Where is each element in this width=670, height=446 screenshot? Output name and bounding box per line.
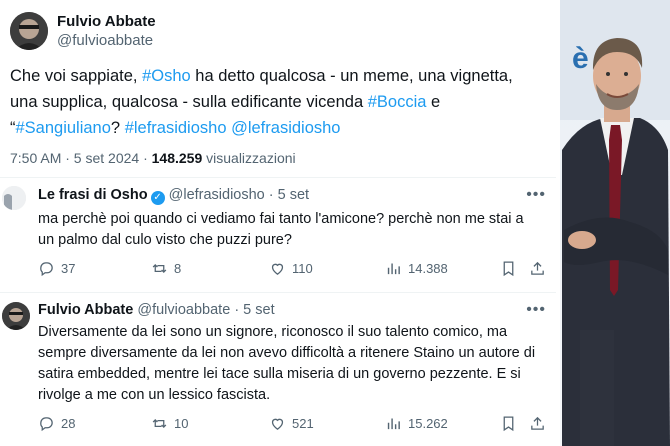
views-button[interactable]: 15.262 (385, 415, 448, 432)
bookmark-icon (503, 261, 514, 277)
portrait-image: è (560, 0, 670, 446)
like-button[interactable]: 110 (269, 260, 313, 277)
text-span: ha detto qualcosa - un meme, una vignett… (190, 67, 513, 85)
heart-icon (271, 263, 284, 275)
reply-author-handle[interactable]: @lefrasidiosho (169, 187, 265, 203)
portrait-photo: è (560, 0, 670, 446)
reply-tweet[interactable]: Fulvio Abbate @fulvioabbate · 5 set ••• … (0, 293, 556, 446)
view-count: 14.388 (408, 261, 448, 276)
bookmark-icon (503, 416, 514, 432)
text-span: e (426, 93, 441, 111)
bookmark-button[interactable] (500, 260, 517, 277)
views-count: 148.259 (151, 150, 203, 166)
hashtag-link[interactable]: #Sangiuliano (16, 119, 111, 137)
share-icon (531, 261, 544, 275)
reply-header: Fulvio Abbate @fulvioabbate · 5 set (38, 302, 275, 318)
avatar-image (2, 186, 26, 210)
text-span: ? (110, 119, 125, 137)
tweet-meta: 7:50 AM · 5 set 2024 · 148.259 visualizz… (10, 150, 296, 166)
reply-actions: 28 10 521 15.262 (38, 415, 546, 433)
reply-count: 37 (61, 261, 76, 276)
repost-button[interactable]: 10 (151, 415, 188, 432)
backdrop-sign-text: è (572, 42, 589, 75)
views-button[interactable]: 14.388 (385, 260, 448, 277)
like-button[interactable]: 521 (269, 415, 314, 432)
analytics-icon (387, 418, 400, 430)
share-button[interactable] (529, 415, 546, 432)
reply-date[interactable]: · 5 set (234, 302, 274, 318)
repost-count: 10 (174, 416, 189, 431)
reply-count: 28 (61, 416, 76, 431)
author-name[interactable]: Fulvio Abbate (57, 13, 156, 30)
text-span: una supplica, qualcosa - sulla edificant… (10, 93, 368, 111)
tweet-line: Che voi sappiate, #Osho ha detto qualcos… (10, 63, 550, 89)
views-label: visualizzazioni (202, 150, 296, 166)
reply-header: Le frasi di Osho ✓ @lefrasidiosho · 5 set (38, 187, 309, 205)
bookmark-button[interactable] (500, 415, 517, 432)
like-count: 110 (292, 261, 313, 276)
share-icon (531, 416, 544, 430)
tweet-line: “#Sangiuliano? #lefrasidiosho @lefrasidi… (10, 115, 550, 141)
reply-tweet[interactable]: Le frasi di Osho ✓ @lefrasidiosho · 5 set… (0, 178, 556, 292)
repost-count: 8 (174, 261, 182, 276)
reply-button[interactable]: 37 (38, 260, 75, 277)
mention-link[interactable]: @lefrasidiosho (231, 119, 340, 137)
analytics-icon (387, 263, 400, 275)
tweet-line: una supplica, qualcosa - sulla edificant… (10, 89, 550, 115)
comment-icon (40, 262, 53, 277)
author-avatar[interactable] (10, 12, 48, 50)
comment-icon (40, 417, 53, 432)
view-count: 15.262 (408, 416, 448, 431)
more-options-icon[interactable]: ••• (526, 186, 546, 204)
tweet-text: Che voi sappiate, #Osho ha detto qualcos… (10, 63, 550, 141)
repost-button[interactable]: 8 (151, 260, 181, 277)
tweet-timestamp[interactable]: 7:50 AM · 5 set 2024 · (10, 150, 152, 166)
hashtag-link[interactable]: #Osho (142, 67, 191, 85)
reply-text: ma perchè poi quando ci vediamo fai tant… (38, 211, 524, 248)
hashtag-link[interactable]: #Boccia (368, 93, 427, 111)
reply-text: Diversamente da lei sono un signore, ric… (38, 324, 536, 403)
reply-author-name[interactable]: Fulvio Abbate (38, 302, 133, 318)
author-handle[interactable]: @fulvioabbate (57, 32, 153, 49)
like-count: 521 (292, 416, 314, 431)
reply-avatar[interactable] (2, 186, 26, 210)
reply-date[interactable]: · 5 set (269, 187, 309, 203)
heart-icon (271, 418, 284, 430)
reply-actions: 37 8 110 14.388 (38, 260, 546, 278)
tweet-screenshot: Fulvio Abbate @fulvioabbate Che voi sapp… (0, 0, 556, 446)
text-span: Che voi sappiate, (10, 67, 143, 85)
avatar-image (2, 302, 30, 330)
more-options-icon[interactable]: ••• (526, 301, 546, 319)
repost-icon (152, 264, 167, 273)
reply-button[interactable]: 28 (38, 415, 75, 432)
avatar-image (10, 12, 48, 50)
hashtag-link[interactable]: #lefrasidiosho (125, 119, 227, 137)
share-button[interactable] (529, 260, 546, 277)
reply-author-name[interactable]: Le frasi di Osho (38, 187, 148, 203)
repost-icon (152, 419, 167, 428)
reply-author-handle[interactable]: @fulvioabbate (137, 302, 230, 318)
reply-avatar[interactable] (2, 302, 30, 330)
verified-badge-icon: ✓ (150, 191, 165, 205)
